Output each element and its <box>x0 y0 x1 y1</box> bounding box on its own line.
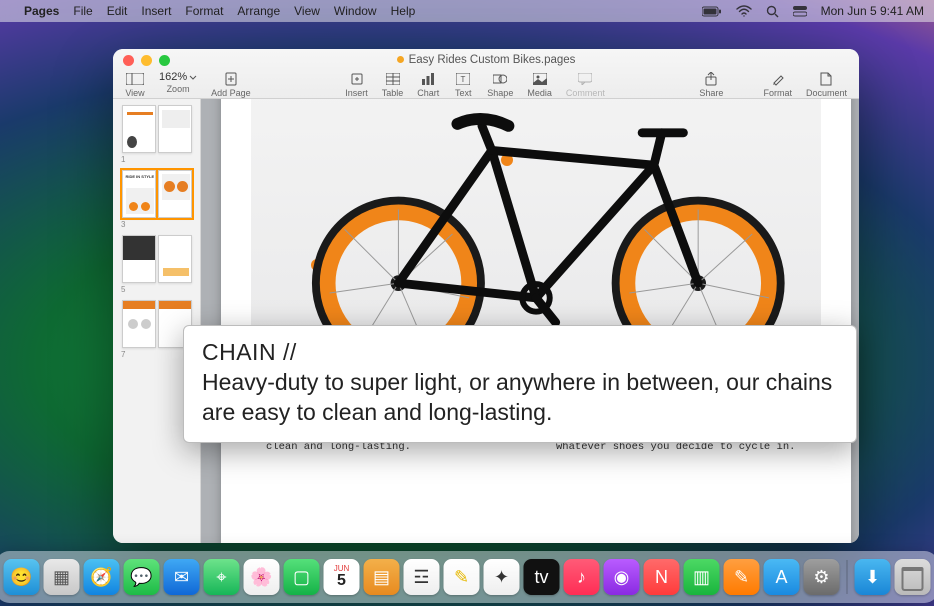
comment-button[interactable]: Comment <box>566 71 605 98</box>
menu-window[interactable]: Window <box>334 4 377 18</box>
thumbnail-spread-2[interactable]: RIDE IN STYLE <box>117 170 196 218</box>
document-icon <box>816 71 836 87</box>
dock-photos[interactable]: 🌸 <box>244 559 280 595</box>
dock-finder[interactable]: 😊 <box>4 559 40 595</box>
pages-window: Easy Rides Custom Bikes.pages View 162% … <box>113 49 859 543</box>
thumbnail-spread-1[interactable] <box>117 105 196 153</box>
document-button[interactable]: Document <box>806 71 847 98</box>
view-icon <box>125 71 145 87</box>
media-icon <box>530 71 550 87</box>
dock-reminders[interactable]: ☲ <box>404 559 440 595</box>
wifi-icon[interactable] <box>736 5 752 17</box>
share-button[interactable]: Share <box>699 71 723 98</box>
insert-icon <box>347 71 367 87</box>
document-canvas[interactable]: CHAIN // Heavy-duty to super light, or a… <box>201 99 859 543</box>
minimize-button[interactable] <box>141 55 152 66</box>
close-button[interactable] <box>123 55 134 66</box>
dock-trash[interactable] <box>895 559 931 595</box>
hover-heading: CHAIN // <box>202 338 838 368</box>
dock-safari[interactable]: 🧭 <box>84 559 120 595</box>
dock-contacts[interactable]: ▤ <box>364 559 400 595</box>
edited-indicator-icon <box>397 56 404 63</box>
dock-calendar[interactable]: JUN5 <box>324 559 360 595</box>
app-menu[interactable]: Pages <box>24 4 59 18</box>
page-thumbnails-sidebar[interactable]: 1 RIDE IN STYLE 3 5 7 <box>113 99 201 543</box>
dock-podcasts[interactable]: ◉ <box>604 559 640 595</box>
dock-appstore[interactable]: A <box>764 559 800 595</box>
shape-button[interactable]: Shape <box>487 71 513 98</box>
dock-news[interactable]: N <box>644 559 680 595</box>
document-title[interactable]: Easy Rides Custom Bikes.pages <box>409 54 576 66</box>
battery-icon[interactable] <box>702 6 722 17</box>
insert-button[interactable]: Insert <box>345 71 368 98</box>
svg-text:T: T <box>461 75 466 84</box>
dock-numbers[interactable]: ▥ <box>684 559 720 595</box>
menu-view[interactable]: View <box>294 4 320 18</box>
text-icon: T <box>453 71 473 87</box>
hover-text-overlay: CHAIN // Heavy-duty to super light, or a… <box>183 325 857 443</box>
dock-launchpad[interactable]: ▦ <box>44 559 80 595</box>
spotlight-icon[interactable] <box>766 5 779 18</box>
view-button[interactable]: View <box>125 71 145 98</box>
menubar: Pages File Edit Insert Format Arrange Vi… <box>0 0 934 22</box>
hover-body: Heavy-duty to super light, or anywhere i… <box>202 368 838 428</box>
menu-help[interactable]: Help <box>391 4 416 18</box>
chevron-down-icon <box>189 75 197 80</box>
table-button[interactable]: Table <box>382 71 404 98</box>
table-icon <box>383 71 403 87</box>
menu-insert[interactable]: Insert <box>141 4 171 18</box>
chart-button[interactable]: Chart <box>417 71 439 98</box>
dock-maps[interactable]: ⌖ <box>204 559 240 595</box>
media-button[interactable]: Media <box>527 71 552 98</box>
dock-notes[interactable]: ✎ <box>444 559 480 595</box>
add-page-icon <box>221 71 241 87</box>
menu-file[interactable]: File <box>73 4 92 18</box>
menu-format[interactable]: Format <box>185 4 223 18</box>
menu-edit[interactable]: Edit <box>107 4 128 18</box>
dock-facetime[interactable]: ▢ <box>284 559 320 595</box>
add-page-button[interactable]: Add Page <box>211 71 251 98</box>
dock-mail[interactable]: ✉︎ <box>164 559 200 595</box>
fullscreen-button[interactable] <box>159 55 170 66</box>
dock-downloads[interactable]: ⬇︎ <box>855 559 891 595</box>
window-controls <box>123 55 170 66</box>
dock-tv[interactable]: tv <box>524 559 560 595</box>
format-brush-icon <box>768 71 788 87</box>
format-button[interactable]: Format <box>763 71 792 98</box>
dock-freeform[interactable]: ✦ <box>484 559 520 595</box>
dock-pages[interactable]: ✎ <box>724 559 760 595</box>
toolbar: View 162% Zoom Add Page Insert Table Cha… <box>113 71 859 99</box>
dock-messages[interactable]: 💬 <box>124 559 160 595</box>
dock-settings[interactable]: ⚙︎ <box>804 559 840 595</box>
text-button[interactable]: TText <box>453 71 473 98</box>
dock-music[interactable]: ♪ <box>564 559 600 595</box>
titlebar: Easy Rides Custom Bikes.pages View 162% … <box>113 49 859 99</box>
chart-icon <box>418 71 438 87</box>
dock: 😊 ▦ 🧭 💬 ✉︎ ⌖ 🌸 ▢ JUN5 ▤ ☲ ✎ ✦ tv ♪ ◉ N ▥… <box>0 551 934 603</box>
thumbnail-spread-3[interactable] <box>117 235 196 283</box>
comment-icon <box>575 71 595 87</box>
shape-icon <box>490 71 510 87</box>
control-center-icon[interactable] <box>793 5 807 17</box>
share-icon <box>701 71 721 87</box>
zoom-menu[interactable]: 162% Zoom <box>159 71 197 98</box>
document-page: CHAIN // Heavy-duty to super light, or a… <box>221 99 851 543</box>
dock-separator <box>847 560 848 594</box>
menu-arrange[interactable]: Arrange <box>237 4 280 18</box>
menu-clock[interactable]: Mon Jun 5 9:41 AM <box>821 4 924 18</box>
